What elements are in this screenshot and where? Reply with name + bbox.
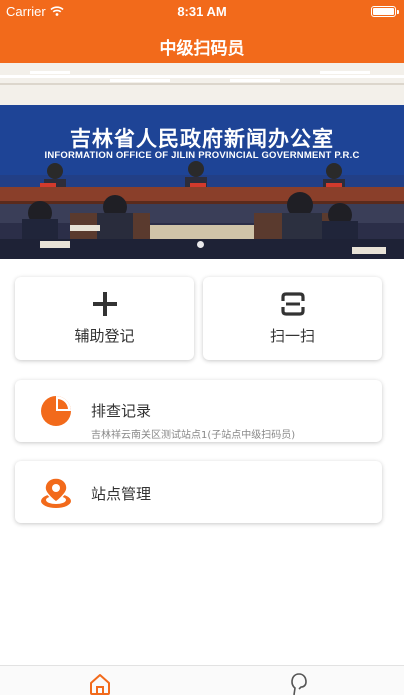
banner-subtitle: INFORMATION OFFICE OF JILIN PROVINCIAL G… [44, 150, 360, 161]
scan-icon [280, 292, 305, 316]
location-pin-icon [41, 477, 71, 508]
scan-button[interactable]: 扫一扫 [203, 277, 382, 360]
inspection-records-row[interactable]: 排查记录 吉林祥云南关区测试站点1(子站点中级扫码员) [15, 380, 382, 442]
banner-image[interactable]: 吉林省人民政府新闻办公室 INFORMATION OFFICE OF JILIN… [0, 63, 404, 259]
page-title: 中级扫码员 [159, 39, 245, 59]
plus-icon [92, 292, 117, 316]
tab-bar [0, 665, 404, 695]
home-icon[interactable] [88, 672, 112, 695]
inspection-records-title: 排查记录 [91, 402, 152, 420]
clock: 8:31 AM [177, 4, 227, 19]
pie-chart-icon [41, 396, 71, 426]
site-info-subtitle: 吉林祥云南关区测试站点1(子站点中级扫码员) [91, 430, 296, 441]
press-conference-image [0, 63, 404, 259]
status-bar: Carrier 8:31 AM [0, 0, 404, 22]
header: Carrier 8:31 AM 中级扫码员 [0, 0, 404, 63]
profile-icon[interactable] [287, 672, 311, 695]
banner-title: 吉林省人民政府新闻办公室 [70, 126, 334, 151]
site-management-row[interactable]: 站点管理 [15, 461, 382, 523]
battery-icon [371, 6, 399, 17]
carousel-indicator[interactable] [197, 241, 204, 248]
site-management-title: 站点管理 [91, 485, 152, 503]
scan-label: 扫一扫 [269, 327, 315, 345]
assist-register-button[interactable]: 辅助登记 [15, 277, 194, 360]
assist-register-label: 辅助登记 [74, 327, 135, 345]
